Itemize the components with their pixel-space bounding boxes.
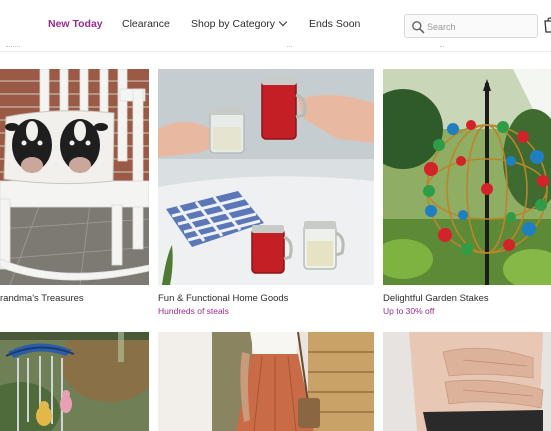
truncated-row-text	[440, 46, 444, 49]
product-tile-fashion[interactable]	[158, 332, 374, 431]
search-input[interactable]	[427, 18, 535, 35]
nav-shop-by-category[interactable]: Shop by Category	[191, 17, 288, 30]
tile-title: randma's Treasures	[0, 293, 84, 304]
nav-ends-soon[interactable]: Ends Soon	[309, 18, 360, 30]
product-tile-garden-stakes[interactable]: Delightful Garden Stakes Up to 30% off	[383, 69, 551, 319]
truncated-row-text	[287, 46, 292, 49]
nav-clearance[interactable]: Clearance	[122, 18, 170, 30]
tile-subtitle: Up to 30% off	[383, 306, 435, 316]
chevron-down-icon	[278, 17, 288, 27]
product-tile-grandmas-treasures[interactable]: randma's Treasures	[0, 69, 149, 319]
tile-title: Fun & Functional Home Goods	[158, 293, 289, 304]
nav-new-today[interactable]: New Today	[48, 18, 103, 30]
tile-image-wind-chime	[0, 332, 149, 431]
search-box[interactable]	[404, 14, 538, 38]
tile-image-cow-pillow	[0, 69, 149, 285]
cart-icon[interactable]	[544, 17, 551, 33]
tile-subtitle: Hundreds of steals	[158, 306, 229, 316]
product-tile-home-goods[interactable]: Fun & Functional Home Goods Hundreds of …	[158, 69, 374, 319]
tile-image-shot-glasses	[158, 69, 374, 285]
product-tile-wind-chime[interactable]	[0, 332, 149, 431]
tile-image-torso	[383, 332, 551, 431]
tile-image-orange-skirt	[158, 332, 374, 431]
product-tile-wellness[interactable]	[383, 332, 551, 431]
nav-shop-by-category-label: Shop by Category	[191, 18, 276, 30]
tile-image-garden-spinner	[383, 69, 551, 285]
top-navigation-bar: New Today Clearance Shop by Category End…	[0, 0, 551, 52]
tile-title: Delightful Garden Stakes	[383, 293, 489, 304]
truncated-row-text	[6, 46, 20, 49]
search-icon[interactable]	[411, 20, 425, 34]
